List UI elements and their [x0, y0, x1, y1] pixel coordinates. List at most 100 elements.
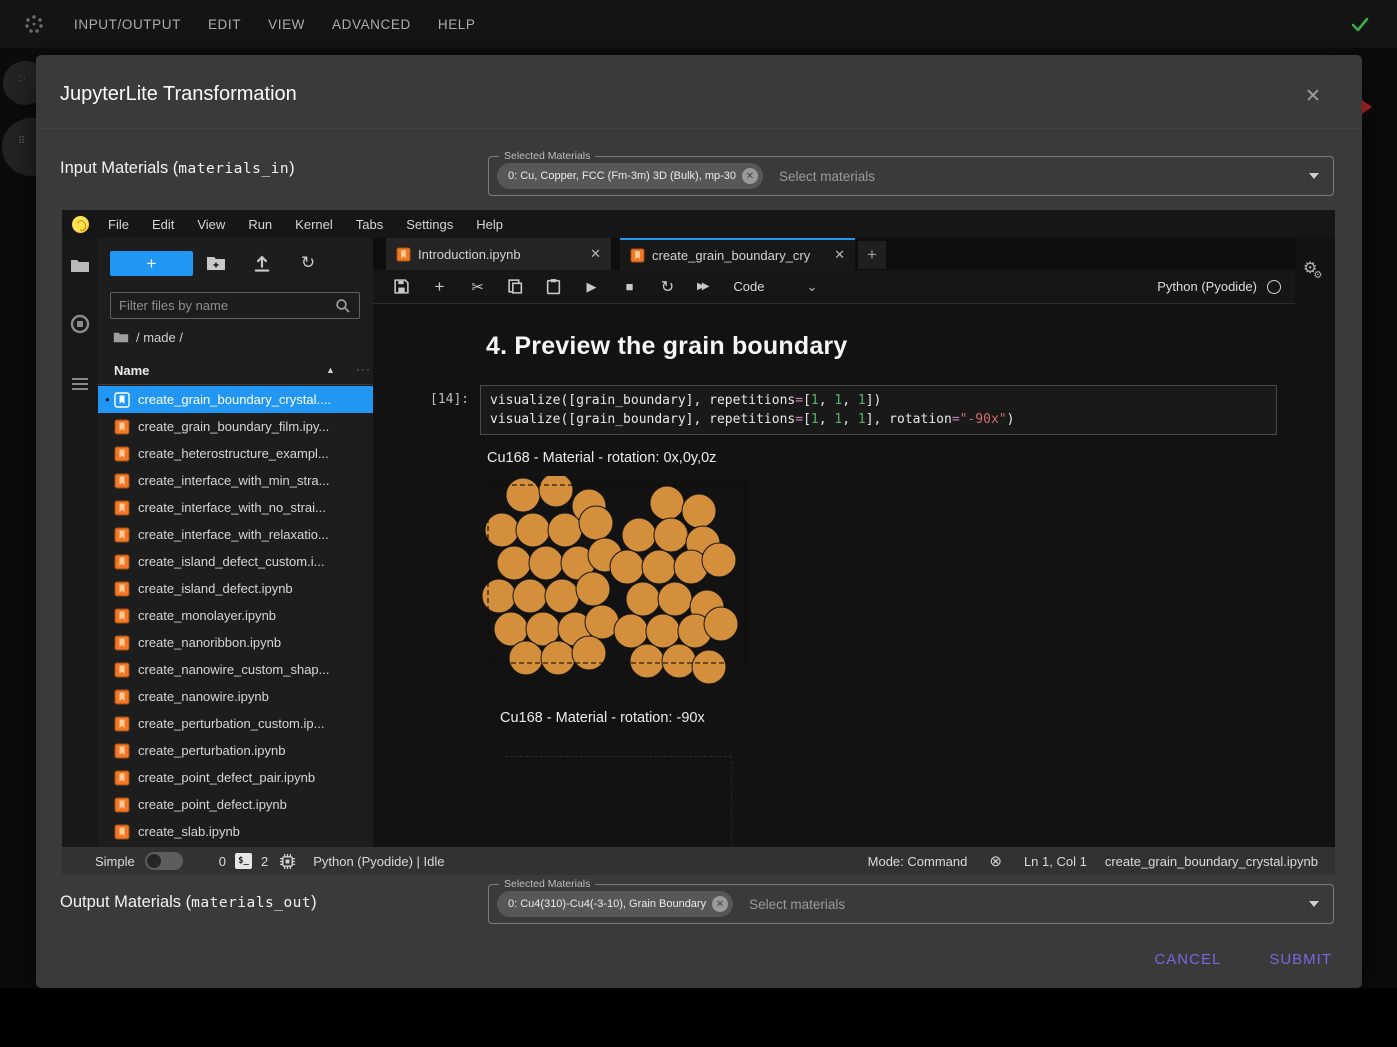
file-row[interactable]: create_slab.ipynb	[98, 818, 373, 845]
jupyter-menu-item[interactable]: File	[108, 217, 129, 232]
select-legend: Selected Materials	[499, 878, 595, 890]
fast-forward-icon[interactable]: ▶▶	[697, 278, 706, 295]
tab-create-grain-boundary[interactable]: create_grain_boundary_cry ✕	[620, 238, 855, 270]
file-row[interactable]: create_interface_with_min_stra...	[98, 467, 373, 494]
output-materials-select[interactable]: Selected Materials 0: Cu4(310)-Cu4(-3-10…	[488, 884, 1334, 924]
jupyter-menu-item[interactable]: Run	[248, 217, 272, 232]
restart-kernel-icon[interactable]: ↻	[659, 278, 676, 295]
close-icon[interactable]: ✕	[824, 247, 845, 263]
simple-mode-toggle[interactable]	[145, 852, 183, 870]
jupyterlite-window: FileEditViewRunKernelTabsSettingsHelp + …	[62, 210, 1335, 875]
file-row[interactable]: create_interface_with_relaxatio...	[98, 521, 373, 548]
file-list-header[interactable]: Name ▲ ···	[98, 358, 373, 385]
jupyter-menubar: File Edit View Run Kernel Tabs Settings Help	[62, 210, 1335, 238]
close-icon[interactable]: ✕	[580, 246, 601, 262]
cell-prompt: [14]:	[430, 392, 469, 407]
active-filename: create_grain_boundary_crystal.ipynb	[1105, 854, 1318, 869]
file-filter-input[interactable]	[111, 298, 335, 313]
running-sessions-icon[interactable]	[70, 314, 90, 334]
new-folder-icon[interactable]	[206, 253, 226, 273]
save-icon[interactable]	[393, 278, 410, 295]
copy-icon[interactable]	[507, 278, 524, 295]
file-row[interactable]: create_heterostructure_exampl...	[98, 440, 373, 467]
file-list: ●create_grain_boundary_crystal....create…	[98, 386, 373, 847]
file-row[interactable]: create_perturbation.ipynb	[98, 737, 373, 764]
file-name: create_nanoribbon.ipynb	[138, 635, 281, 650]
tab-introduction[interactable]: Introduction.ipynb ✕	[386, 238, 612, 270]
cut-icon[interactable]: ✂	[469, 278, 486, 295]
cursor-position[interactable]: Ln 1, Col 1	[1024, 854, 1087, 869]
file-row[interactable]: create_nanoribbon.ipynb	[98, 629, 373, 656]
table-of-contents-icon[interactable]	[70, 374, 90, 394]
breadcrumb[interactable]: / made /	[113, 330, 183, 345]
file-name: create_slab.ipynb	[138, 824, 240, 839]
new-launcher-button[interactable]: +	[110, 251, 193, 276]
caret-down-icon[interactable]	[1309, 901, 1319, 907]
overflow-icon[interactable]: ···	[356, 362, 371, 376]
insert-cell-icon[interactable]: +	[431, 278, 448, 295]
chip-delete-icon[interactable]: ✕	[742, 168, 758, 184]
file-name: create_grain_boundary_film.ipy...	[138, 419, 329, 434]
app-menu: INPUT/OUTPUT EDIT VIEW ADVANCED HELP	[74, 17, 476, 32]
app-menu-item[interactable]: ADVANCED	[332, 17, 411, 32]
jupyter-menu-item[interactable]: View	[197, 217, 225, 232]
file-row[interactable]: create_interface_with_no_strai...	[98, 494, 373, 521]
app-menu-item[interactable]: VIEW	[268, 17, 305, 32]
file-name: create_interface_with_relaxatio...	[138, 527, 329, 542]
code-cell[interactable]: visualize([grain_boundary], repetitions=…	[480, 385, 1277, 435]
app-menu-item[interactable]: INPUT/OUTPUT	[74, 17, 181, 32]
file-row[interactable]: create_point_defect_pair.ipynb	[98, 764, 373, 791]
app-logo-icon[interactable]	[24, 14, 44, 34]
jupyter-menu-item[interactable]: Settings	[406, 217, 453, 232]
check-icon[interactable]	[1349, 13, 1371, 35]
jupyter-left-sidebar	[62, 238, 98, 847]
close-icon[interactable]: ✕	[1299, 82, 1327, 110]
file-row[interactable]: create_monolayer.ipynb	[98, 602, 373, 629]
file-row[interactable]: create_point_defect.ipynb	[98, 791, 373, 818]
input-materials-select[interactable]: Selected Materials 0: Cu, Copper, FCC (F…	[488, 156, 1334, 196]
kernel-name[interactable]: Python (Pyodide)	[1157, 279, 1257, 294]
caret-down-icon[interactable]	[1309, 173, 1319, 179]
notebook-icon	[114, 797, 130, 813]
kernel-idle-icon	[1267, 280, 1281, 294]
code-line: visualize([grain_boundary], repetitions=…	[490, 410, 1267, 429]
paste-icon[interactable]	[545, 278, 562, 295]
gear-icon[interactable]: ⚙⚙	[1303, 258, 1326, 278]
file-row[interactable]: create_perturbation_custom.ip...	[98, 710, 373, 737]
file-name: create_perturbation.ipynb	[138, 743, 285, 758]
file-filter	[110, 292, 360, 319]
refresh-icon[interactable]: ↻	[298, 253, 318, 273]
running-indicator: ●	[105, 395, 110, 404]
cell-type-dropdown[interactable]: Code	[733, 279, 764, 294]
name-column-header[interactable]: Name	[114, 363, 149, 378]
run-icon[interactable]: ▶	[583, 278, 600, 295]
notebook-icon	[114, 743, 130, 759]
app-menu-item[interactable]: HELP	[438, 17, 476, 32]
chip-delete-icon[interactable]: ✕	[712, 896, 728, 912]
file-row[interactable]: ●create_grain_boundary_crystal....	[98, 386, 373, 413]
file-row[interactable]: create_island_defect_custom.i...	[98, 548, 373, 575]
visualization-caption-top: Cu168 - Material - rotation: 0x,0y,0z	[487, 450, 716, 466]
jupyter-menu-item[interactable]: Help	[476, 217, 503, 232]
file-row[interactable]: create_nanowire_custom_shap...	[98, 656, 373, 683]
material-chip: 0: Cu4(310)-Cu4(-3-10), Grain Boundary ✕	[497, 891, 733, 917]
file-row[interactable]: create_grain_boundary_film.ipy...	[98, 413, 373, 440]
app-menu-item[interactable]: EDIT	[208, 17, 241, 32]
jupyter-menu-item[interactable]: Tabs	[356, 217, 383, 232]
select-placeholder: Select materials	[779, 169, 875, 184]
file-row[interactable]: create_nanowire.ipynb	[98, 683, 373, 710]
jupyter-menu-item[interactable]: Edit	[152, 217, 174, 232]
kernel-status[interactable]: Python (Pyodide) | Idle	[313, 854, 444, 869]
jupyter-menu-item[interactable]: Kernel	[295, 217, 333, 232]
new-tab-button[interactable]: +	[858, 241, 886, 269]
notebook-icon	[114, 419, 130, 435]
select-placeholder: Select materials	[749, 897, 845, 912]
submit-button[interactable]: SUBMIT	[1269, 951, 1332, 968]
upload-icon[interactable]	[252, 253, 272, 273]
cancel-button[interactable]: CANCEL	[1154, 951, 1221, 968]
chevron-down-icon[interactable]: ⌄	[806, 279, 817, 295]
file-row[interactable]: create_island_defect.ipynb	[98, 575, 373, 602]
trust-icon: ⊗	[989, 852, 1002, 870]
file-browser-icon[interactable]	[70, 256, 90, 276]
stop-icon[interactable]: ■	[621, 278, 638, 295]
